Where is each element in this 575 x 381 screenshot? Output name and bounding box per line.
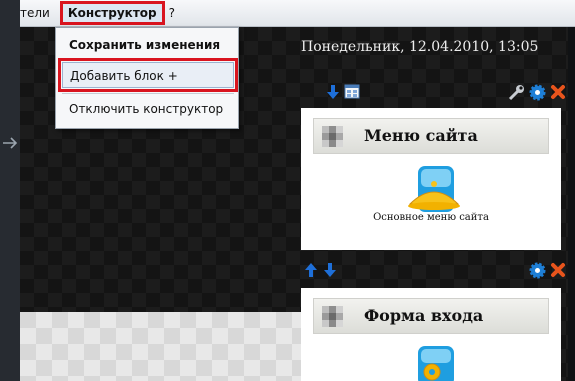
- block-caption: Основное меню сайта: [373, 212, 489, 223]
- wrench-icon[interactable]: [508, 84, 525, 101]
- move-down-icon[interactable]: [324, 262, 336, 278]
- block-pixel-icon: [322, 126, 344, 148]
- site-menu-block: Меню сайта Основное меню сайта: [301, 108, 561, 250]
- block-pixel-icon: [322, 306, 344, 328]
- block-title: Форма входа: [364, 306, 484, 325]
- gear-icon[interactable]: [529, 84, 546, 101]
- admin-menubar: тели Конструктор ?: [20, 0, 575, 27]
- left-sidebar-strip: [0, 0, 20, 381]
- close-icon[interactable]: [550, 262, 566, 278]
- save-changes-menu-item[interactable]: Сохранить изменения: [62, 32, 234, 58]
- block-header: Форма входа: [313, 298, 549, 334]
- menu-item-constructor[interactable]: Конструктор: [59, 1, 165, 25]
- right-edge: [568, 27, 575, 381]
- block-title: Меню сайта: [364, 126, 478, 145]
- gear-icon[interactable]: [529, 262, 546, 279]
- add-block-menu-item[interactable]: Добавить блок +: [58, 58, 238, 92]
- move-down-icon[interactable]: [327, 84, 339, 100]
- block-header: Меню сайта: [313, 118, 549, 154]
- login-form-block: Форма входа: [301, 288, 561, 381]
- light-background-area: [20, 312, 301, 381]
- move-up-icon[interactable]: [305, 262, 317, 278]
- login-keys-icon: [418, 346, 454, 381]
- menu-separator: [62, 93, 234, 94]
- constructor-dropdown-menu: Сохранить изменения Добавить блок + Откл…: [55, 27, 239, 129]
- block-layout-icon[interactable]: [344, 84, 360, 99]
- close-icon[interactable]: [550, 84, 566, 100]
- menu-item-users[interactable]: тели: [20, 3, 56, 23]
- menu-separator: [62, 59, 234, 60]
- menu-item-help[interactable]: ?: [163, 3, 181, 23]
- disable-constructor-menu-item[interactable]: Отключить конструктор: [62, 96, 234, 122]
- arrow-right-icon[interactable]: [2, 136, 18, 150]
- date-time-label: Понедельник, 12.04.2010, 13:05: [301, 39, 539, 55]
